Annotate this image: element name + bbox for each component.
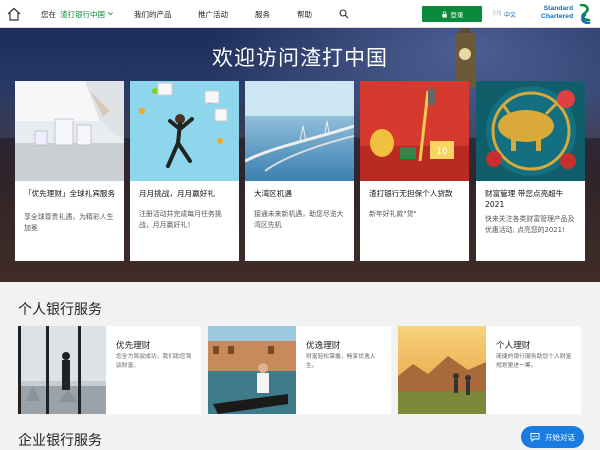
personal-card-desc: 您全力驾驭成功，我们助您驾驭财富。	[116, 354, 192, 369]
promo-card-1[interactable]: 「优先理财」全球礼宾服务 享全球尊贵礼遇，为精彩人生加冕	[15, 81, 124, 261]
promo-desc: 快来关注各类财富管理产品及优惠活动, 点亮您的2021!	[485, 215, 575, 234]
promo-image-ox	[476, 81, 585, 181]
promo-image-bridge	[245, 81, 354, 181]
lock-icon	[441, 10, 447, 18]
promo-desc: 接通未来新机遇，助您尽览大湾区先机	[254, 210, 344, 229]
start-chat-button[interactable]: 开始对话	[521, 426, 584, 448]
promo-title: 月月挑战，月月赢好礼	[139, 189, 215, 198]
promo-desc: 享全球尊贵礼遇，为精彩人生加冕	[24, 213, 114, 232]
promo-card-3[interactable]: 大湾区机遇 接通未来新机遇，助您尽览大湾区先机	[245, 81, 354, 261]
login-button[interactable]: 登录	[422, 6, 482, 22]
promo-image-climbing	[130, 81, 239, 181]
promo-title: 「优先理财」全球礼宾服务	[24, 189, 116, 198]
promo-title: 大湾区机遇	[254, 189, 292, 198]
personal-card-desc: 简捷的银行服务助您个人财富规划更进一筹。	[496, 354, 572, 369]
personal-image-sunset-run	[398, 326, 486, 414]
brand-logo-text[interactable]: Standard Chartered	[541, 5, 573, 21]
personal-card-title: 优先理财	[116, 341, 151, 351]
nav-products[interactable]: 我们的产品	[134, 9, 172, 20]
chat-bubble-icon	[530, 433, 540, 442]
hero-banner: 欢迎访问渣打中国 「优先理财」全球礼宾服务 享全球尊贵礼遇，为精彩人生加冕 月月…	[0, 28, 600, 282]
promo-card-4[interactable]: 10 渣打银行无担保个人贷款 新年好礼款"贷"	[360, 81, 469, 261]
lang-zh[interactable]: 中文	[504, 10, 516, 19]
svg-text:10: 10	[436, 147, 448, 157]
brand-logo-icon[interactable]	[578, 4, 592, 24]
chevron-down-icon[interactable]	[108, 11, 113, 16]
personal-banking-heading: 个人银行服务	[18, 302, 102, 318]
top-nav: 您在 渣打银行中国 我们的产品 推广活动 服务 帮助 登录 EN | 中文 St…	[0, 0, 600, 28]
search-icon[interactable]	[339, 9, 349, 19]
personal-image-venice	[208, 326, 296, 414]
promo-title: 渣打银行无担保个人贷款	[369, 189, 453, 198]
personal-image-office	[18, 326, 106, 414]
hero-title: 欢迎访问渣打中国	[212, 46, 388, 70]
promo-desc: 新年好礼款"贷"	[369, 210, 417, 218]
personal-card-priority[interactable]: 优先理财 您全力驾驭成功，我们助您驾驭财富。	[18, 326, 201, 414]
login-label: 登录	[450, 11, 464, 19]
nav-services[interactable]: 服务	[255, 9, 270, 20]
personal-card-desc: 财富轻松掌握，畅享优逸人生。	[306, 354, 376, 369]
logo-line1: Standard	[543, 5, 574, 12]
promo-title: 财富管理 带您点亮超牛2021	[485, 189, 564, 209]
promo-card-2[interactable]: 月月挑战，月月赢好礼 注册活动并完成每月任务挑战，月月赢好礼！	[130, 81, 239, 261]
location-selector[interactable]: 渣打银行中国	[60, 9, 105, 20]
nav-promotions[interactable]: 推广活动	[198, 9, 228, 20]
promo-desc: 注册活动并完成每月任务挑战，月月赢好礼！	[139, 210, 222, 229]
personal-card-title: 个人理财	[496, 341, 531, 351]
home-icon[interactable]	[6, 6, 22, 22]
personal-card-premium[interactable]: 优逸理财 财富轻松掌握，畅享优逸人生。	[208, 326, 391, 414]
promo-image-cocktail	[15, 81, 124, 181]
nav-help[interactable]: 帮助	[297, 9, 312, 20]
corporate-banking-heading: 企业银行服务	[18, 433, 102, 449]
lang-separator: |	[499, 10, 502, 17]
promo-image-loan-gift: 10	[360, 81, 469, 181]
location-label: 您在	[41, 10, 56, 19]
promo-card-5[interactable]: 财富管理 带您点亮超牛2021 快来关注各类财富管理产品及优惠活动, 点亮您的2…	[476, 81, 585, 261]
chat-label: 开始对话	[545, 432, 575, 442]
personal-card-title: 优逸理财	[306, 341, 341, 351]
personal-card-personal[interactable]: 个人理财 简捷的银行服务助您个人财富规划更进一筹。	[398, 326, 581, 414]
logo-line2: Chartered	[541, 13, 574, 20]
